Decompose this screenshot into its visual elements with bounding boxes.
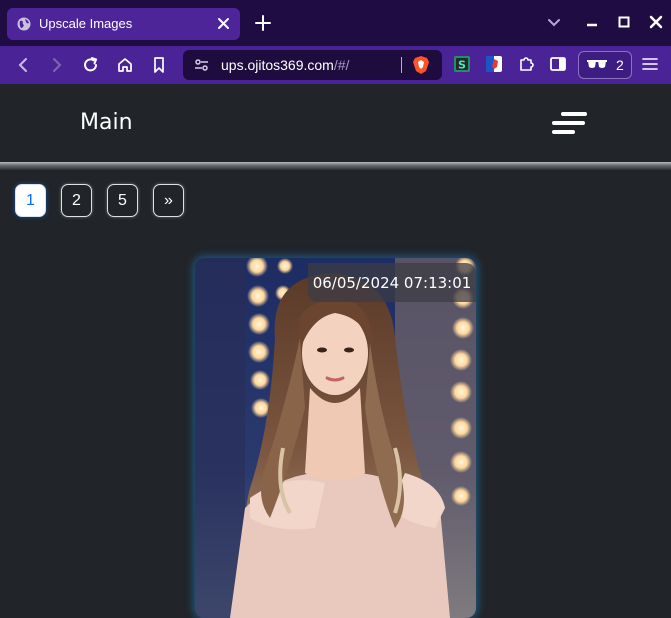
address-separator bbox=[401, 57, 402, 73]
private-glasses-icon bbox=[587, 60, 607, 68]
private-windows-button[interactable]: 2 bbox=[578, 51, 632, 79]
page-button-5[interactable]: 5 bbox=[107, 184, 138, 217]
maximize-icon[interactable] bbox=[616, 14, 632, 30]
bookmark-icon[interactable] bbox=[149, 55, 169, 75]
minimize-icon[interactable] bbox=[584, 14, 600, 30]
tab-title: Upscale Images bbox=[39, 16, 133, 31]
brand-link-main[interactable]: Main bbox=[80, 110, 133, 135]
private-window-count: 2 bbox=[616, 57, 624, 73]
close-window-icon[interactable] bbox=[648, 14, 664, 30]
back-icon[interactable] bbox=[13, 55, 33, 75]
extensions-puzzle-icon[interactable] bbox=[517, 55, 535, 73]
globe-icon bbox=[17, 17, 31, 31]
browser-toolbar: ups.ojitos369.com/#/ S 2 bbox=[0, 46, 671, 84]
app-menu-icon[interactable] bbox=[641, 55, 659, 73]
image-card[interactable]: 06/05/2024 07:13:01 bbox=[195, 258, 476, 618]
url-text: ups.ojitos369.com/#/ bbox=[221, 57, 350, 73]
page-button-2[interactable]: 2 bbox=[61, 184, 92, 217]
svg-text:S: S bbox=[458, 59, 466, 72]
home-icon[interactable] bbox=[115, 55, 135, 75]
site-settings-icon[interactable] bbox=[194, 58, 209, 72]
hamburger-menu-icon[interactable] bbox=[551, 110, 589, 136]
tab-strip: Upscale Images bbox=[0, 0, 671, 46]
browser-tab-active[interactable]: Upscale Images bbox=[7, 8, 240, 40]
header-divider bbox=[0, 162, 671, 170]
extension-s-icon[interactable]: S bbox=[453, 55, 471, 73]
site-header: Main bbox=[0, 84, 671, 162]
tab-list-chevron-icon[interactable] bbox=[546, 14, 562, 30]
page-button-1[interactable]: 1 bbox=[15, 184, 46, 217]
next-page-button[interactable]: » bbox=[153, 184, 184, 217]
upscaled-photo[interactable] bbox=[195, 258, 476, 618]
new-tab-icon[interactable] bbox=[254, 14, 272, 32]
address-bar[interactable]: ups.ojitos369.com/#/ bbox=[183, 50, 442, 80]
brave-shields-icon[interactable] bbox=[412, 55, 430, 75]
extension-shield-icon[interactable] bbox=[485, 55, 503, 73]
reload-icon[interactable] bbox=[81, 55, 101, 75]
sidebar-toggle-icon[interactable] bbox=[549, 55, 567, 73]
card-timestamp: 06/05/2024 07:13:01 bbox=[308, 263, 476, 302]
forward-icon[interactable] bbox=[47, 55, 67, 75]
close-tab-icon[interactable] bbox=[217, 17, 230, 30]
